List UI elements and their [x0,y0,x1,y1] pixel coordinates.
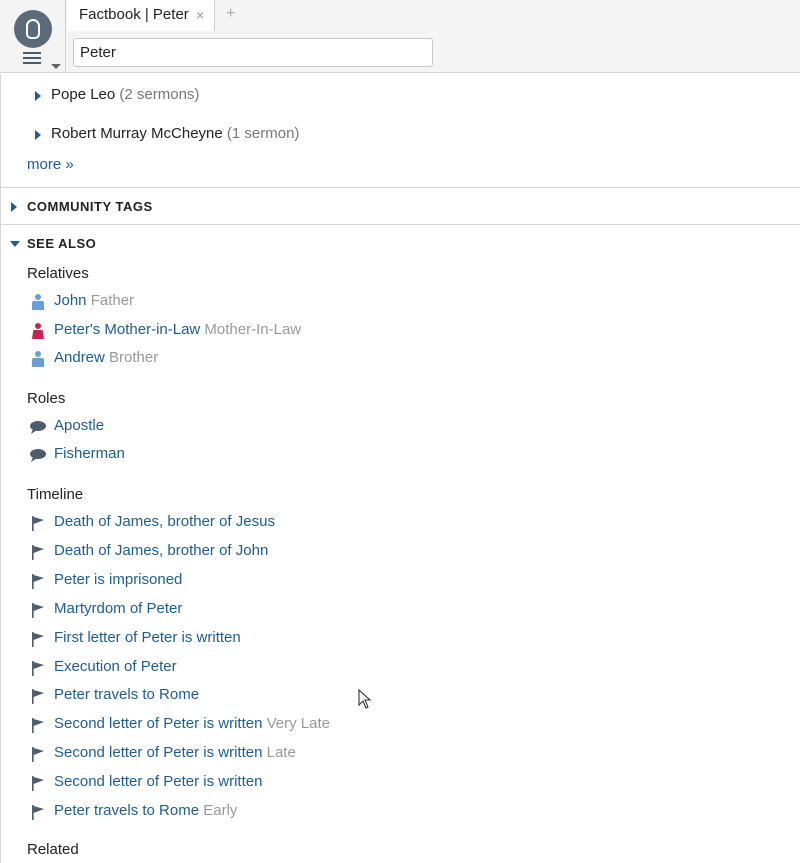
flag-icon [32,545,44,560]
flag-icon [32,689,44,704]
lightbulb-filament [26,19,40,39]
search-input[interactable] [73,38,433,67]
event-name[interactable]: Second letter of Peter is written [54,773,262,790]
expand-arrow-icon[interactable] [11,202,17,212]
timeline-item[interactable]: Second letter of Peter is written [29,773,529,795]
tab-title: Factbook | Peter [79,6,189,23]
expand-arrow-icon[interactable] [35,91,41,101]
event-qualifier: Late [266,744,296,761]
relative-item[interactable]: John Father [29,292,529,314]
roles-heading: Roles [27,390,66,407]
author-name: Pope Leo [51,86,116,103]
factbook-content: Pope Leo (2 sermons) Robert Murray McChe… [0,74,800,863]
expand-arrow-icon[interactable] [35,130,41,140]
role-item[interactable]: Fisherman [29,445,529,467]
role-item[interactable]: Apostle [29,417,529,439]
flag-icon [32,661,44,676]
person-male-icon [32,294,44,310]
timeline-item[interactable]: Execution of Peter [29,658,529,680]
app-menu-button[interactable] [0,0,66,73]
timeline-item[interactable]: Peter is imprisoned [29,571,529,593]
flag-icon [32,718,44,733]
relation-label: Mother-In-Law [204,321,302,338]
sermon-count: (2 sermons) [119,86,200,103]
flag-icon [32,632,44,647]
related-heading: Related [27,841,79,858]
relative-name[interactable]: John [54,292,87,309]
relative-item[interactable]: Andrew Brother [29,349,529,371]
event-qualifier: Very Late [266,715,330,732]
event-name[interactable]: Second letter of Peter is written [54,715,262,732]
tab-factbook-peter[interactable]: Factbook | Peter × [67,0,215,31]
event-name[interactable]: Peter travels to Rome [54,802,199,819]
timeline-item[interactable]: Second letter of Peter is written Very L… [29,715,529,737]
event-qualifier: Early [203,802,238,819]
relation-label: Father [90,292,135,309]
timeline-item[interactable]: Peter travels to Rome [29,686,529,708]
flag-icon [32,603,44,618]
add-tab-button[interactable]: + [226,5,235,23]
timeline-item[interactable]: Death of James, brother of Jesus [29,513,529,535]
section-title: COMMUNITY TAGS [27,199,153,214]
speech-bubble-icon [30,421,46,434]
event-name[interactable]: Peter travels to Rome [54,686,199,703]
sermon-count: (1 sermon) [226,125,300,142]
relative-name[interactable]: Andrew [54,349,105,366]
mouse-cursor-icon [358,689,372,709]
event-name[interactable]: Execution of Peter [54,658,177,675]
timeline-item[interactable]: Peter travels to Rome Early [29,802,529,824]
role-name[interactable]: Fisherman [54,445,125,462]
relation-label: Brother [109,349,159,366]
chevron-down-icon [51,64,61,69]
timeline-item[interactable]: Second letter of Peter is written Late [29,744,529,766]
divider [1,224,800,225]
event-name[interactable]: Death of James, brother of Jesus [54,513,275,530]
relative-item[interactable]: Peter's Mother-in-Law Mother-In-Law [29,321,529,343]
flag-icon [32,805,44,820]
divider [1,187,800,188]
section-title: SEE ALSO [27,236,97,251]
flag-icon [32,776,44,791]
collapse-arrow-icon[interactable] [10,241,20,247]
person-female-icon [32,323,44,339]
role-name[interactable]: Apostle [54,417,104,434]
event-name[interactable]: Death of James, brother of John [54,542,268,559]
timeline-item[interactable]: Martyrdom of Peter [29,600,529,622]
relatives-heading: Relatives [27,265,89,282]
relative-name[interactable]: Peter's Mother-in-Law [54,321,200,338]
timeline-heading: Timeline [27,486,84,503]
menu-lines-icon [23,52,41,67]
event-name[interactable]: Peter is imprisoned [54,571,182,588]
flag-icon [32,747,44,762]
event-name[interactable]: Martyrdom of Peter [54,600,182,617]
flag-icon [32,574,44,589]
timeline-item[interactable]: Death of James, brother of John [29,542,529,564]
factbook-header: Factbook | Peter × + [0,0,800,73]
more-link[interactable]: more » [27,156,74,173]
person-male-icon [32,351,44,367]
flag-icon [32,516,44,531]
close-icon[interactable]: × [196,7,204,23]
speech-bubble-icon [30,449,46,462]
event-name[interactable]: First letter of Peter is written [54,629,241,646]
event-name[interactable]: Second letter of Peter is written [54,744,262,761]
author-name: Robert Murray McCheyne [51,125,223,142]
timeline-item[interactable]: First letter of Peter is written [29,629,529,651]
